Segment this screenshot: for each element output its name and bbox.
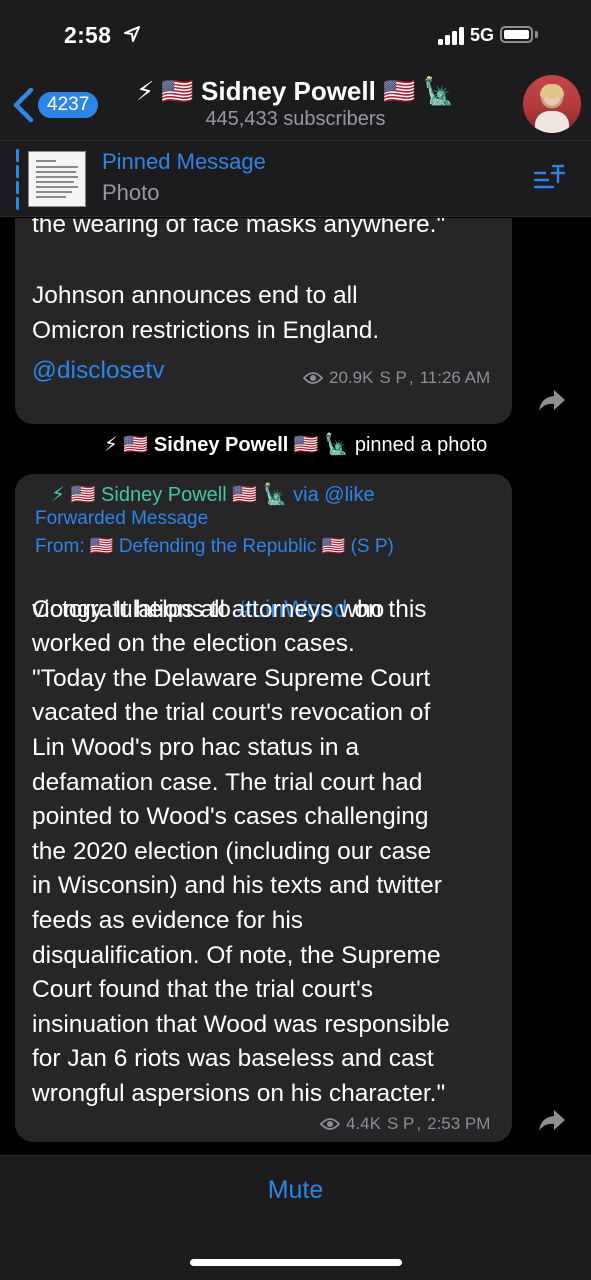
views-eye-icon bbox=[303, 372, 323, 384]
bottom-bar: Mute bbox=[0, 1155, 591, 1280]
views-eye-icon bbox=[320, 1118, 340, 1130]
battery-tip bbox=[535, 31, 538, 38]
pinned-message-bar[interactable]: Pinned Message Photo bbox=[0, 140, 591, 217]
via-bot[interactable]: via @like bbox=[293, 484, 374, 506]
message-link[interactable]: @disclosetv bbox=[32, 354, 164, 389]
pinned-photo-thumbnail bbox=[28, 151, 86, 207]
service-action: pinned a photo bbox=[354, 434, 488, 456]
message-body: victory. It helps all attorneys who work… bbox=[32, 595, 450, 1107]
post-author: S P bbox=[386, 1114, 415, 1133]
channel-title[interactable]: ⚡ 🇺🇸 Sidney Powell 🇺🇸 🗽 bbox=[0, 76, 591, 107]
pinned-title: Pinned Message bbox=[102, 149, 266, 174]
status-bar: 2:58 5G bbox=[0, 0, 591, 70]
sender-name[interactable]: ⚡ 🇺🇸 Sidney Powell 🇺🇸 🗽 bbox=[51, 484, 288, 506]
network-type: 5G bbox=[470, 25, 495, 45]
status-time: 2:58 bbox=[64, 22, 112, 48]
pinned-list-icon[interactable] bbox=[533, 163, 567, 195]
view-count: 4.4K bbox=[346, 1114, 381, 1133]
share-icon[interactable] bbox=[537, 1108, 567, 1134]
message-text: Johnson announces end to all Omicron res… bbox=[32, 282, 380, 344]
forward-label: Forwarded Message bbox=[35, 508, 209, 529]
from-label: From: bbox=[35, 536, 85, 557]
post-author: S P bbox=[379, 368, 407, 387]
message-meta: 4.4K S P, 2:53 PM bbox=[320, 1114, 490, 1134]
view-count: 20.9K bbox=[329, 368, 374, 387]
forwarded-message-bubble[interactable]: ⚡ 🇺🇸 Sidney Powell 🇺🇸 🗽 via @like Forwar… bbox=[15, 474, 512, 1142]
subscriber-count: 445,433 subscribers bbox=[205, 108, 386, 130]
post-time: 2:53 PM bbox=[427, 1114, 491, 1133]
service-actor[interactable]: ⚡ 🇺🇸 Sidney Powell 🇺🇸 🗽 bbox=[104, 434, 349, 456]
forward-source[interactable]: From: 🇺🇸 Defending the Republic 🇺🇸 (S P) bbox=[35, 534, 394, 558]
post-time: 11:26 AM bbox=[419, 368, 491, 387]
service-message: ⚡ 🇺🇸 Sidney Powell 🇺🇸 🗽 pinned a photo bbox=[0, 432, 591, 457]
sender-line: ⚡ 🇺🇸 Sidney Powell 🇺🇸 🗽 via @like bbox=[51, 482, 375, 507]
message-bubble[interactable]: the wearing of face masks anywhere." Joh… bbox=[15, 218, 512, 424]
from-author: (S P) bbox=[350, 536, 394, 557]
signal-icon bbox=[438, 25, 468, 45]
battery-icon bbox=[500, 26, 533, 43]
pinned-position-indicator bbox=[16, 149, 19, 210]
home-indicator[interactable] bbox=[190, 1259, 402, 1266]
mute-button[interactable]: Mute bbox=[0, 1176, 591, 1205]
pinned-subtitle: Photo bbox=[102, 180, 160, 205]
channel-header: 4237 ⚡ 🇺🇸 Sidney Powell 🇺🇸 🗽 445,433 sub… bbox=[0, 70, 591, 140]
location-arrow-icon bbox=[124, 26, 140, 42]
message-text-partial: the wearing of face masks anywhere." bbox=[32, 218, 446, 238]
chat-area[interactable]: the wearing of face masks anywhere." Joh… bbox=[0, 218, 591, 1155]
from-channel[interactable]: 🇺🇸 Defending the Republic 🇺🇸 bbox=[90, 536, 345, 557]
share-icon[interactable] bbox=[537, 388, 567, 414]
channel-avatar[interactable] bbox=[523, 75, 581, 133]
message-meta: 20.9K S P, 11:26 AM bbox=[303, 368, 490, 388]
